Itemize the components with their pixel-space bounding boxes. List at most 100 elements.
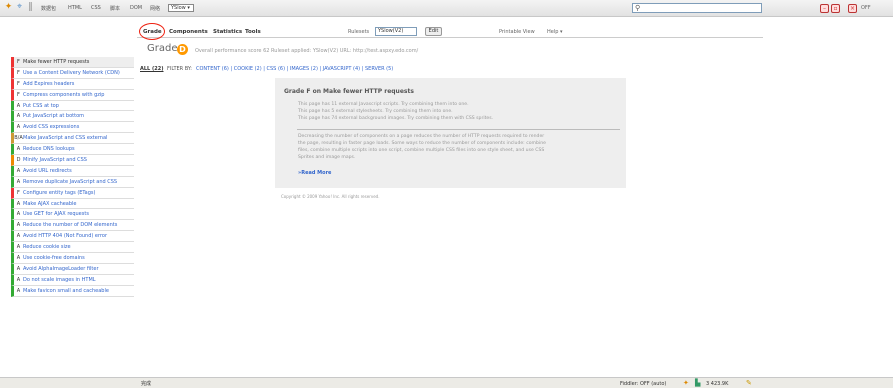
filter-category-links[interactable]: CONTENT (6) | COOKIE (2) | CSS (6) | IMA… [196, 66, 393, 72]
rule-grade: F [17, 69, 20, 76]
rule-item[interactable]: F Configure entity tags (ETags) [11, 187, 134, 199]
rule-grade: F [17, 189, 20, 196]
ruleset-select[interactable]: YSlow(V2) [375, 27, 417, 36]
rule-grade: A [16, 124, 21, 131]
firebug-toolbar: ✦ ⌖ ‖ 数据包 HTML CSS 脚本 DOM 网络 YSlow ▾ ⚲ –… [0, 0, 893, 17]
search-icon: ⚲ [635, 4, 641, 12]
rule-item[interactable]: F Compress components with gzip [11, 89, 134, 101]
status-text: 完成 [141, 381, 152, 387]
tab-statistics[interactable]: Statistics [213, 29, 242, 35]
rule-item[interactable]: A Use GET for AJAX requests [11, 209, 134, 221]
rule-name: Compress components with gzip [23, 91, 105, 98]
rule-item[interactable]: A Make favicon small and cacheable [11, 285, 134, 297]
rule-name: Make JavaScript and CSS external [23, 135, 108, 142]
read-more-link[interactable]: »Read More [298, 170, 331, 176]
rule-grade: A [16, 287, 21, 294]
detail-description: files, combine multiple scripts into one… [298, 148, 545, 153]
grade-label: Grade [147, 43, 178, 54]
firebug-status-icon[interactable]: ✦ [683, 379, 689, 387]
rule-grade: A [16, 244, 21, 251]
rule-item[interactable]: A Avoid HTTP 404 (Not Found) error [11, 231, 134, 243]
rule-name: Use GET for AJAX requests [23, 211, 89, 218]
tab-components[interactable]: Components [169, 29, 208, 35]
rule-name: Put JavaScript at bottom [23, 113, 84, 120]
rule-grade: A [16, 222, 21, 229]
edit-button[interactable]: Edit [425, 27, 442, 36]
rule-name: Avoid HTTP 404 (Not Found) error [23, 233, 108, 240]
tab-tools[interactable]: Tools [245, 29, 261, 35]
inspect-icon[interactable]: ⌖ [15, 3, 24, 12]
detail-line: This page has 5 external stylesheets. Tr… [298, 109, 453, 114]
printable-view-link[interactable]: Printable View [499, 29, 535, 35]
minimize-icon[interactable]: – [820, 4, 829, 13]
extension-icon[interactable]: ✎ [746, 379, 752, 387]
rule-name: Make AJAX cacheable [23, 200, 77, 207]
rule-item[interactable]: F Make fewer HTTP requests [11, 57, 134, 68]
rule-item[interactable]: F Use a Content Delivery Network (CDN) [11, 67, 134, 79]
detach-icon[interactable]: ▫ [831, 4, 840, 13]
rule-item[interactable]: A Reduce the number of DOM elements [11, 220, 134, 232]
rule-item[interactable]: D Minify JavaScript and CSS [11, 155, 134, 166]
rule-name: Avoid AlphaImageLoader filter [23, 265, 99, 272]
close-icon[interactable]: × [848, 4, 857, 13]
rule-grade: A [16, 200, 21, 207]
rule-item[interactable]: A Do not scale images in HTML [11, 274, 134, 286]
yslow-tab-select[interactable]: YSlow ▾ [168, 4, 194, 12]
rule-name: Reduce the number of DOM elements [23, 222, 118, 229]
rule-grade: F [17, 59, 20, 65]
detail-line: This page has 74 external background ima… [298, 116, 494, 121]
search-input[interactable]: ⚲ [632, 3, 762, 13]
rule-item[interactable]: A Make AJAX cacheable [11, 198, 134, 210]
copyright-text: Copyright © 2009 Yahoo! Inc. All rights … [281, 194, 380, 199]
detail-line: This page has 11 external Javascript scr… [298, 102, 469, 107]
rule-item[interactable]: A Put JavaScript at bottom [11, 111, 134, 123]
filter-by-label: FILTER BY: [167, 66, 192, 72]
yslow-status-icon[interactable]: ▙ [695, 379, 700, 387]
rule-item[interactable]: A Avoid URL redirects [11, 165, 134, 177]
off-label[interactable]: OFF [861, 5, 871, 11]
detail-description: Sprites and image maps. [298, 155, 356, 160]
pause-icon[interactable]: ‖ [26, 3, 35, 12]
rule-grade: A [16, 113, 21, 120]
rule-grade: F [17, 91, 20, 98]
rule-name: Reduce cookie size [23, 244, 71, 251]
rule-name: Make favicon small and cacheable [23, 287, 109, 294]
grade-summary: Grade D Overall performance score 62 Rul… [147, 43, 747, 57]
rule-item[interactable]: A Remove duplicate JavaScript and CSS [11, 176, 134, 188]
rule-item[interactable]: A Avoid AlphaImageLoader filter [11, 263, 134, 275]
rule-name: Reduce DNS lookups [23, 146, 75, 153]
tab-css[interactable]: CSS [91, 5, 101, 11]
rule-item[interactable]: A Reduce cookie size [11, 242, 134, 254]
tab-script[interactable]: 脚本 [110, 5, 120, 12]
rule-name: Make fewer HTTP requests [23, 59, 90, 65]
yslow-tabs: Grade Components Statistics Tools Rulese… [137, 21, 763, 40]
rule-name: Minify JavaScript and CSS [23, 157, 87, 164]
yslow-panel: Grade Components Statistics Tools Rulese… [137, 21, 763, 371]
rule-item[interactable]: A Reduce DNS lookups [11, 144, 134, 156]
status-bar: 完成 Fiddler: OFF (auto) ✦ ▙ 3 423.9K ✎ [0, 377, 893, 388]
rules-list: F Make fewer HTTP requests F Use a Content … [11, 57, 134, 297]
tab-net[interactable]: 网络 [150, 5, 160, 12]
rule-grade: D [16, 157, 21, 164]
page-size-text: 3 423.9K [706, 381, 729, 387]
detail-description: the page, resulting in faster page loads… [298, 141, 546, 146]
tab-console[interactable]: 数据包 [41, 5, 56, 12]
rule-name: Configure entity tags (ETags) [23, 189, 96, 196]
rule-name: Remove duplicate JavaScript and CSS [23, 178, 118, 185]
detail-description: Decreasing the number of components on a… [298, 134, 545, 139]
filter-bar: ALL (22) FILTER BY: CONTENT (6) | COOKIE… [140, 66, 740, 74]
fiddler-status[interactable]: Fiddler: OFF (auto) [620, 381, 666, 387]
firebug-icon[interactable]: ✦ [4, 3, 13, 12]
rule-item[interactable]: A Put CSS at top [11, 100, 134, 112]
help-menu[interactable]: Help ▾ [547, 29, 563, 35]
rule-item[interactable]: A Use cookie-free domains [11, 253, 134, 264]
tab-dom[interactable]: DOM [130, 5, 142, 11]
rule-item[interactable]: B/AMake JavaScript and CSS external [11, 133, 134, 145]
rule-grade: A [16, 178, 21, 185]
rule-item[interactable]: A Avoid CSS expressions [11, 122, 134, 134]
tab-html[interactable]: HTML [68, 5, 82, 11]
grade-badge: D [177, 44, 188, 55]
tab-grade[interactable]: Grade [143, 29, 162, 35]
filter-all-link[interactable]: ALL (22) [140, 66, 164, 72]
rule-item[interactable]: F Add Expires headers [11, 78, 134, 90]
